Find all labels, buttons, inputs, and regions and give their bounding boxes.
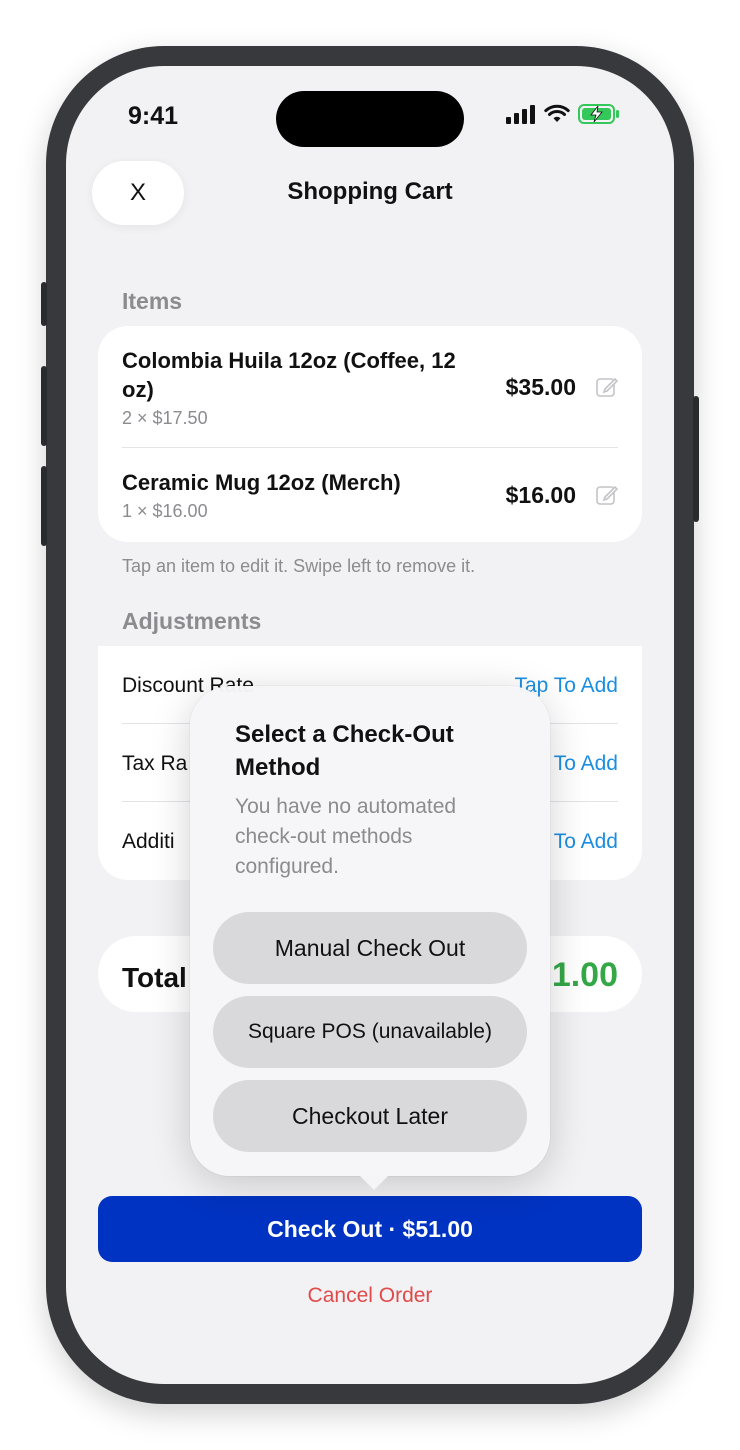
edit-icon[interactable]	[596, 376, 618, 398]
total-value: 1.00	[551, 956, 618, 994]
cellular-signal-icon	[506, 105, 535, 124]
items-card: Colombia Huila 12oz (Coffee, 12 oz) 2 × …	[98, 326, 642, 542]
additional-add-link[interactable]: To Add	[554, 830, 618, 854]
checkout-method-popover: Select a Check-Out Method You have no au…	[190, 686, 550, 1190]
additional-label: Additi	[122, 830, 175, 853]
popover-message: You have no automated check-out methods …	[235, 795, 457, 878]
status-time: 9:41	[128, 102, 179, 130]
cancel-order-button[interactable]: Cancel Order	[66, 1284, 674, 1308]
popover-arrow	[360, 1176, 388, 1190]
tax-rate-add-link[interactable]: To Add	[554, 752, 618, 776]
edit-icon[interactable]	[596, 484, 618, 506]
checkout-button[interactable]: Check Out · $51.00	[98, 1196, 642, 1262]
items-section-header: Items	[122, 288, 183, 314]
wifi-icon	[544, 104, 570, 122]
power-button	[693, 396, 699, 522]
items-hint: Tap an item to edit it. Swipe left to re…	[122, 556, 476, 576]
item-name: Colombia Huila 12oz (Coffee, 12 oz)	[122, 348, 456, 402]
adjustments-section-header: Adjustments	[122, 608, 262, 634]
cart-item-row[interactable]: Colombia Huila 12oz (Coffee, 12 oz) 2 × …	[122, 346, 618, 432]
mute-switch	[41, 282, 47, 326]
row-divider	[122, 447, 618, 448]
item-price: $16.00	[505, 482, 576, 508]
tax-rate-label: Tax Ra	[122, 752, 188, 775]
battery-charging-icon	[578, 104, 619, 124]
total-label: Total	[122, 962, 187, 993]
manual-check-out-button[interactable]: Manual Check Out	[213, 912, 527, 984]
volume-up-button	[41, 366, 47, 446]
checkout-later-button[interactable]: Checkout Later	[213, 1080, 527, 1152]
popover-title: Select a Check-Out Method	[235, 721, 454, 781]
dynamic-island	[276, 91, 464, 147]
square-pos-button[interactable]: Square POS (unavailable)	[213, 996, 527, 1068]
page-title: Shopping Cart	[287, 178, 453, 205]
screen: 9:41 X Shopping Cart Items Colombia Huil…	[66, 66, 674, 1384]
item-quantity-detail: 2 × $17.50	[122, 408, 208, 428]
item-price: $35.00	[505, 374, 576, 400]
status-icons	[506, 104, 620, 124]
volume-down-button	[41, 466, 47, 546]
cart-item-row[interactable]: Ceramic Mug 12oz (Merch) 1 × $16.00 $16.…	[122, 468, 618, 528]
